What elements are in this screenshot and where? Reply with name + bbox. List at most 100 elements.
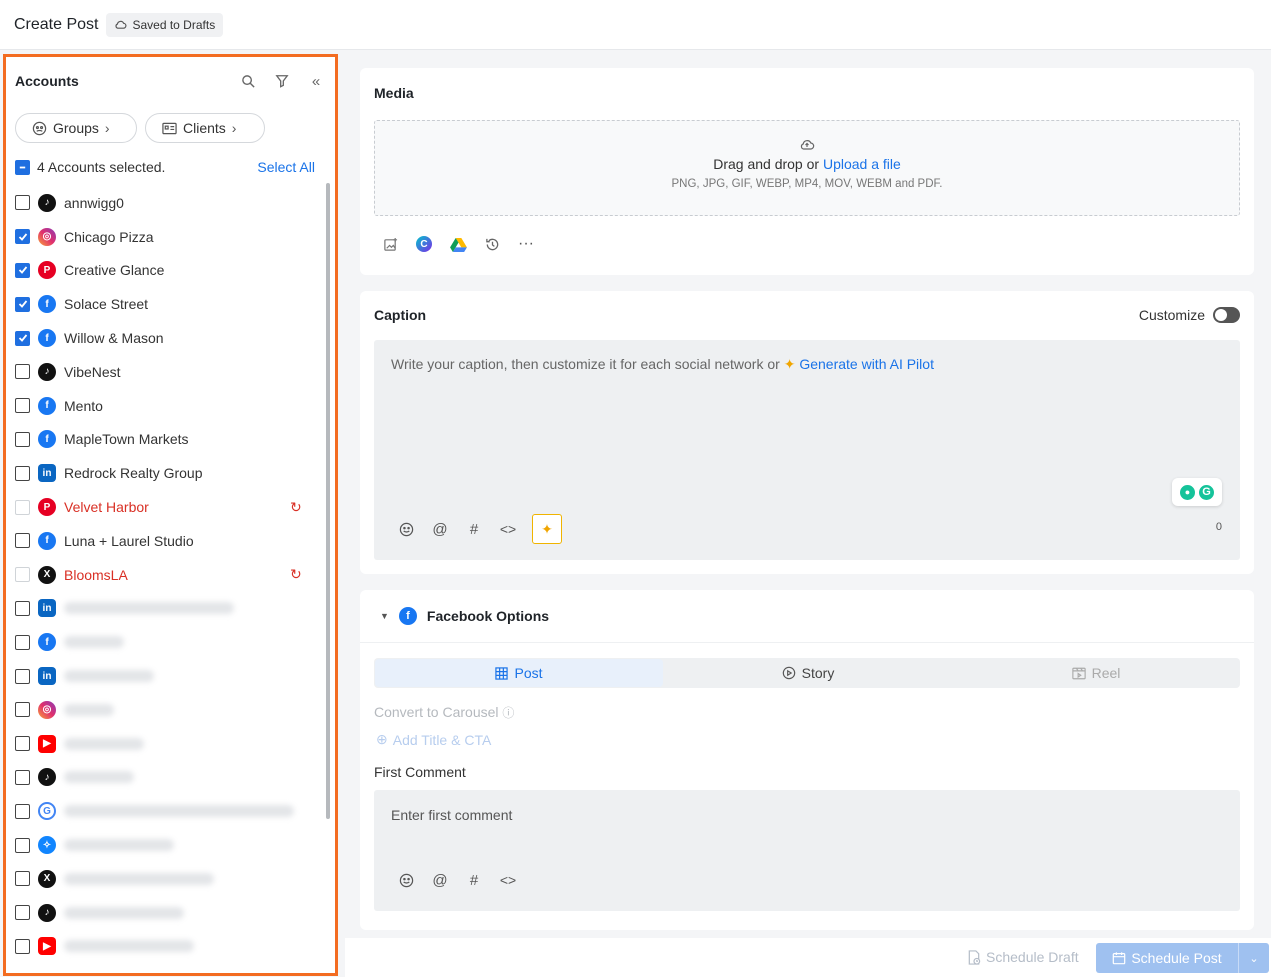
- first-comment-input[interactable]: Enter first comment @ # <>: [374, 790, 1240, 911]
- hashtag-icon[interactable]: #: [464, 870, 484, 890]
- account-row[interactable]: ♪ VibeNest: [6, 355, 321, 389]
- canva-icon[interactable]: C: [414, 234, 434, 254]
- account-row[interactable]: ♪: [6, 761, 321, 795]
- account-row[interactable]: f Solace Street: [6, 287, 321, 321]
- grammarly-widget[interactable]: ● G: [1172, 478, 1222, 506]
- account-row[interactable]: ▶: [6, 727, 321, 761]
- emoji-icon[interactable]: [396, 519, 416, 539]
- account-checkbox[interactable]: [15, 262, 30, 278]
- upload-file-link[interactable]: Upload a file: [823, 156, 901, 172]
- x-icon: X: [38, 565, 56, 584]
- account-checkbox[interactable]: [15, 533, 30, 549]
- account-row[interactable]: in: [6, 659, 321, 693]
- account-row[interactable]: ♪: [6, 896, 321, 930]
- reconnect-icon[interactable]: ↻: [290, 566, 302, 583]
- account-checkbox[interactable]: [15, 499, 30, 515]
- account-checkbox[interactable]: [15, 634, 30, 650]
- ai-sparkle-icon: ✦: [541, 520, 553, 537]
- clients-button[interactable]: Clients ›: [145, 113, 265, 143]
- facebook-options-header[interactable]: ▼ f Facebook Options: [360, 590, 1254, 643]
- account-row[interactable]: P Creative Glance: [6, 254, 321, 288]
- plus-circle-icon: ⊕: [376, 731, 388, 747]
- account-checkbox[interactable]: [15, 668, 30, 684]
- reconnect-icon[interactable]: ↻: [290, 499, 302, 516]
- caption-card: Caption Customize Write your caption, th…: [360, 291, 1254, 574]
- account-row[interactable]: f Willow & Mason: [6, 321, 321, 355]
- account-row[interactable]: X BloomsLA ↻: [6, 558, 321, 592]
- code-icon[interactable]: <>: [498, 519, 518, 539]
- search-icon[interactable]: [239, 72, 257, 90]
- account-row[interactable]: ✧: [6, 828, 321, 862]
- account-checkbox[interactable]: [15, 736, 30, 752]
- account-row[interactable]: f MapleTown Markets: [6, 423, 321, 457]
- mention-icon[interactable]: @: [430, 870, 450, 890]
- account-checkbox[interactable]: [15, 195, 30, 211]
- caret-down-icon: ▼: [380, 611, 389, 621]
- account-checkbox[interactable]: [15, 769, 30, 785]
- account-checkbox[interactable]: [15, 871, 30, 887]
- account-checkbox[interactable]: [15, 702, 30, 718]
- tab-reel-label: Reel: [1091, 665, 1121, 681]
- account-checkbox[interactable]: [15, 803, 30, 819]
- account-checkbox[interactable]: [15, 229, 30, 245]
- account-row[interactable]: X: [6, 862, 321, 896]
- linkedin-icon: in: [38, 599, 56, 618]
- emoji-icon[interactable]: [396, 870, 416, 890]
- filter-icon[interactable]: [273, 72, 291, 90]
- redacted-account-name: [64, 737, 144, 750]
- account-row[interactable]: ◎: [6, 693, 321, 727]
- account-row[interactable]: in: [6, 592, 321, 626]
- add-title-cta-button[interactable]: ⊕ Add Title & CTA: [376, 731, 491, 748]
- account-row[interactable]: f Luna + Laurel Studio: [6, 524, 321, 558]
- account-row[interactable]: ◎ Chicago Pizza: [6, 220, 321, 254]
- account-checkbox[interactable]: [15, 431, 30, 447]
- hashtag-icon[interactable]: #: [464, 519, 484, 539]
- image-library-icon[interactable]: [380, 234, 400, 254]
- media-dropzone[interactable]: Drag and drop or Upload a file PNG, JPG,…: [374, 120, 1240, 216]
- history-icon[interactable]: [482, 234, 502, 254]
- customize-toggle-group: Customize: [1139, 307, 1240, 323]
- customize-toggle[interactable]: [1213, 307, 1240, 323]
- groups-button[interactable]: Groups ›: [15, 113, 137, 143]
- account-row[interactable]: G: [6, 794, 321, 828]
- schedule-draft-button[interactable]: Schedule Draft: [967, 949, 1079, 965]
- account-row[interactable]: ▶: [6, 930, 321, 964]
- select-all-link[interactable]: Select All: [257, 159, 315, 175]
- schedule-post-button[interactable]: Schedule Post: [1096, 943, 1239, 973]
- google-drive-icon[interactable]: [448, 234, 468, 254]
- accounts-scrollbar[interactable]: [326, 183, 330, 819]
- caption-input[interactable]: Write your caption, then customize it fo…: [374, 340, 1240, 560]
- account-checkbox[interactable]: [15, 567, 30, 583]
- account-row[interactable]: f Mento: [6, 389, 321, 423]
- account-checkbox[interactable]: [15, 364, 30, 380]
- schedule-options-dropdown[interactable]: ⌄: [1239, 952, 1269, 965]
- collapse-icon[interactable]: «: [307, 72, 325, 90]
- account-row[interactable]: ♪ annwigg0: [6, 186, 321, 220]
- account-checkbox[interactable]: [15, 330, 30, 346]
- account-checkbox[interactable]: [15, 938, 30, 954]
- convert-carousel-option: Convert to Carousel ⓘ: [374, 704, 514, 721]
- account-row[interactable]: f: [6, 625, 321, 659]
- generate-ai-link[interactable]: Generate with AI Pilot: [799, 356, 934, 372]
- select-all-checkbox[interactable]: [15, 159, 30, 175]
- account-checkbox[interactable]: [15, 465, 30, 481]
- account-checkbox[interactable]: [15, 296, 30, 312]
- account-row[interactable]: in Redrock Realty Group: [6, 456, 321, 490]
- account-checkbox[interactable]: [15, 398, 30, 414]
- account-checkbox[interactable]: [15, 600, 30, 616]
- facebook-icon: f: [38, 329, 56, 348]
- more-options-icon[interactable]: ···: [516, 234, 536, 254]
- media-card: Media Drag and drop or Upload a file PNG…: [360, 68, 1254, 275]
- mention-icon[interactable]: @: [430, 519, 450, 539]
- accounts-panel: Accounts « Groups › Clients › 4 Accounts…: [3, 54, 338, 976]
- accounts-list: ♪ annwigg0 ◎ Chicago Pizza P Creative Glance f…: [6, 186, 321, 963]
- code-icon[interactable]: <>: [498, 870, 518, 890]
- tab-post[interactable]: Post: [375, 659, 663, 687]
- pinterest-icon: P: [38, 261, 56, 280]
- account-checkbox[interactable]: [15, 837, 30, 853]
- tab-reel[interactable]: Reel: [952, 658, 1240, 688]
- account-checkbox[interactable]: [15, 905, 30, 921]
- ai-assistant-button[interactable]: ✦: [532, 514, 562, 544]
- account-row[interactable]: P Velvet Harbor ↻: [6, 490, 321, 524]
- tab-story[interactable]: Story: [664, 658, 952, 688]
